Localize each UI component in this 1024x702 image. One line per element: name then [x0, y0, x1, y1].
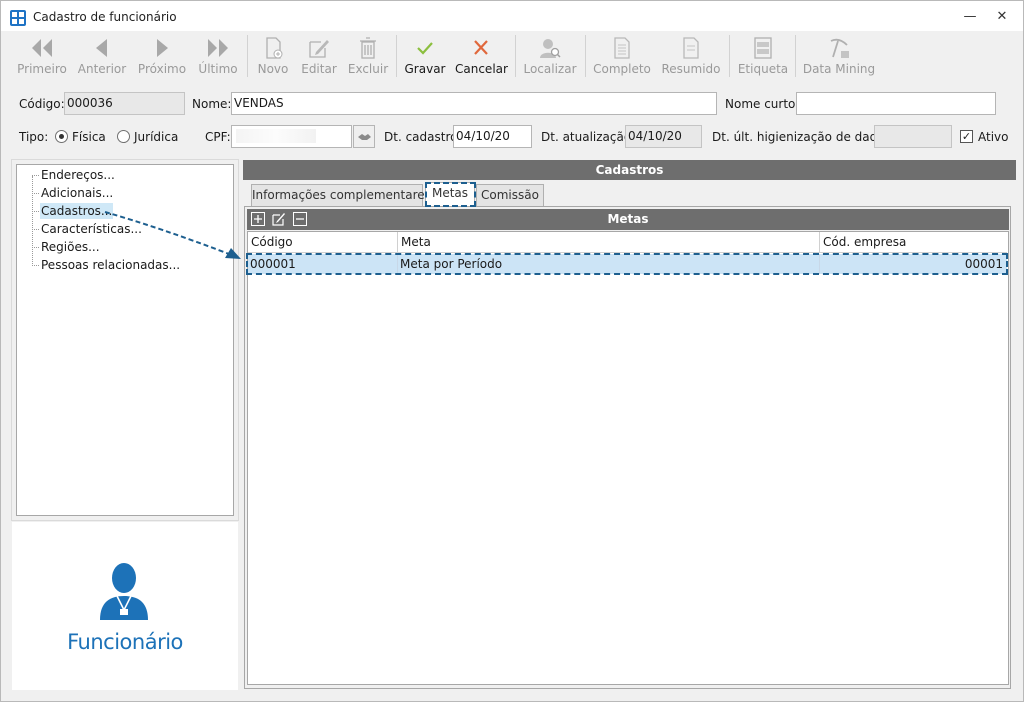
toolbar-separator	[515, 35, 516, 77]
save-button[interactable]: Gravar	[403, 31, 447, 79]
fisica-label: Física	[72, 130, 106, 144]
add-icon[interactable]	[251, 212, 265, 226]
employee-avatar-icon	[100, 563, 148, 620]
toolbar-separator	[585, 35, 586, 77]
dt-cadastro-field[interactable]: 04/10/20	[453, 125, 532, 148]
summary-report-button[interactable]: Resumido	[661, 31, 721, 79]
toolbar-separator	[247, 35, 248, 77]
tab-highlight	[425, 182, 476, 207]
toolbar-separator	[729, 35, 730, 77]
edit-button[interactable]: Editar	[299, 31, 339, 79]
chevron-left-icon	[96, 39, 107, 57]
label-button[interactable]: Etiqueta	[735, 31, 791, 79]
nome-curto-label: Nome curto:	[725, 97, 800, 111]
toolbar-separator	[396, 35, 397, 77]
x-icon	[474, 40, 488, 55]
metas-grid	[247, 231, 1009, 685]
nome-field[interactable]: VENDAS	[231, 92, 717, 115]
photo-panel: Funcionário	[12, 522, 238, 690]
codigo-label: Código:	[19, 97, 65, 111]
nome-curto-field[interactable]	[796, 92, 996, 115]
pickaxe-icon	[830, 38, 849, 58]
ativo-checkbox[interactable]: ✓	[960, 130, 973, 143]
tipo-label: Tipo:	[19, 130, 49, 144]
window-title: Cadastro de funcionário	[33, 10, 177, 24]
codigo-field[interactable]: 000036	[64, 92, 185, 115]
complete-report-button[interactable]: Completo	[593, 31, 651, 79]
cancel-button[interactable]: Cancelar	[455, 31, 508, 79]
next-button[interactable]: Próximo	[135, 31, 189, 79]
section-title: Cadastros	[243, 160, 1016, 180]
nome-label: Nome:	[192, 97, 232, 111]
dt-cadastro-label: Dt. cadastro:	[384, 130, 462, 144]
data-mining-button[interactable]: Data Mining	[801, 31, 877, 79]
annotation-arrow-icon	[104, 211, 241, 259]
cpf-lookup-button[interactable]	[353, 125, 375, 148]
toolbar: Primeiro Anterior Próximo Último Novo Ed…	[9, 31, 1015, 79]
minimize-icon[interactable]: —	[962, 9, 978, 25]
tab-comissao[interactable]: Comissão	[476, 184, 544, 206]
find-button[interactable]: Localizar	[521, 31, 579, 79]
chevron-right-icon	[157, 39, 168, 57]
document-icon	[614, 37, 630, 59]
juridica-radio[interactable]	[117, 130, 130, 143]
dt-atualizacao-label: Dt. atualização:	[541, 130, 636, 144]
double-chevron-left-icon	[32, 39, 52, 57]
delete-button[interactable]: Excluir	[345, 31, 391, 79]
ativo-label: Ativo	[978, 130, 1009, 144]
row-highlight	[246, 253, 1008, 275]
column-header-meta[interactable]: Meta	[398, 232, 820, 253]
last-button[interactable]: Último	[193, 31, 243, 79]
edit-icon	[309, 40, 329, 58]
cpf-field[interactable]	[231, 125, 352, 148]
new-button[interactable]: Novo	[253, 31, 293, 79]
tree-connector	[32, 176, 33, 266]
app-icon	[10, 10, 26, 26]
juridica-label: Jurídica	[134, 130, 179, 144]
tab-informacoes-complementares[interactable]: Informações complementares	[251, 184, 431, 206]
user-search-icon	[540, 39, 561, 58]
grid-title-text: Metas	[607, 212, 649, 226]
column-header-cod-empresa[interactable]: Cód. empresa	[820, 232, 1007, 253]
title-bar: Cadastro de funcionário — ✕	[1, 1, 1023, 31]
cpf-label: CPF:	[205, 130, 231, 144]
close-icon[interactable]: ✕	[994, 9, 1010, 25]
trash-icon	[360, 37, 376, 59]
redacted-value	[236, 129, 316, 143]
document-icon	[683, 37, 699, 59]
checkmark-icon	[417, 42, 433, 55]
dt-higienizacao-field[interactable]	[874, 125, 952, 148]
first-button[interactable]: Primeiro	[13, 31, 71, 79]
dt-atualizacao-field[interactable]: 04/10/20	[625, 125, 702, 148]
dt-cadastro-value: 04/10/20	[456, 129, 510, 143]
photo-caption: Funcionário	[67, 630, 183, 654]
double-chevron-right-icon	[208, 39, 228, 57]
dt-atualizacao-value: 04/10/20	[628, 129, 682, 143]
column-header-codigo[interactable]: Código	[248, 232, 398, 253]
label-icon	[754, 37, 772, 59]
new-document-icon	[266, 37, 283, 59]
previous-button[interactable]: Anterior	[75, 31, 129, 79]
employee-window: Cadastro de funcionário — ✕ Primeiro Ant…	[0, 0, 1024, 702]
edit-icon[interactable]	[272, 212, 286, 226]
dt-higienizacao-label: Dt. últ. higienização de dados:	[712, 130, 895, 144]
fisica-radio[interactable]	[55, 130, 68, 143]
hands-icon	[358, 134, 371, 140]
grid-title: Metas	[247, 209, 1009, 230]
remove-icon[interactable]	[293, 212, 307, 226]
toolbar-separator	[795, 35, 796, 77]
